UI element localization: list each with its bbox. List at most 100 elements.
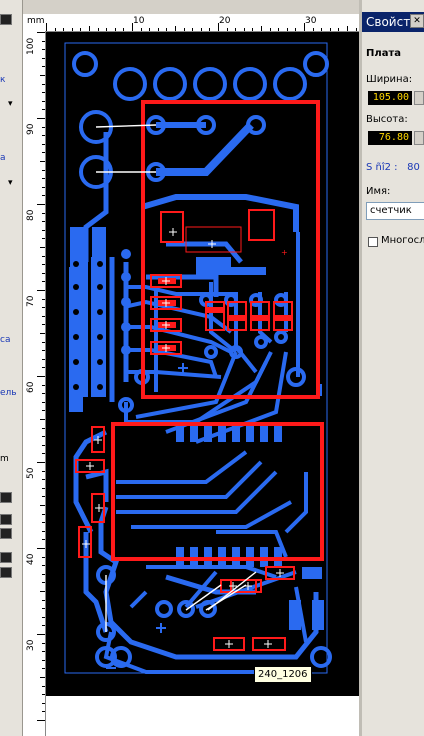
ruler-tick [175, 26, 176, 31]
ruler-tick [42, 453, 45, 455]
ruler-tick [42, 178, 45, 180]
ruler-label-70: 70 [26, 295, 36, 307]
ruler-tick [166, 28, 168, 31]
ruler-tick [42, 565, 45, 567]
horizontal-ruler: mm 10 20 30 [23, 14, 374, 32]
ruler-tick [218, 23, 219, 31]
chevron-down-icon[interactable]: ▾ [8, 178, 13, 188]
ruler-tick [209, 28, 211, 31]
ruler-tick [46, 23, 47, 31]
ruler-unit: mm [27, 16, 45, 26]
ruler-tick [40, 333, 45, 334]
ruler-tick [37, 720, 45, 721]
ruler-tick [42, 281, 45, 283]
ruler-tick [42, 573, 45, 575]
ruler-tick [269, 28, 271, 31]
ruler-tick [40, 247, 45, 248]
ruler-tick [286, 28, 288, 31]
ruler-tick [80, 28, 82, 31]
ruler-tick [42, 49, 45, 51]
chevron-down-icon[interactable]: ▾ [8, 99, 13, 109]
properties-panel: Свойст ✕ Плата Ширина: 105.00 Высота: 76… [362, 0, 424, 736]
left-panel-fragment-3: са [0, 335, 11, 345]
ruler-tick [42, 143, 45, 145]
ruler-tick [42, 651, 45, 653]
ruler-tick [42, 135, 45, 137]
ruler-label-40: 40 [26, 553, 36, 565]
ruler-label-10: 10 [133, 16, 145, 26]
ruler-tick [42, 229, 45, 231]
ruler-tick [37, 548, 45, 549]
ruler-tick [42, 186, 45, 188]
ruler-tick [42, 40, 45, 42]
ruler-tick [40, 505, 45, 506]
ruler-tick [42, 470, 45, 472]
ruler-tick [42, 487, 45, 489]
ruler-tick [42, 436, 45, 438]
ruler-tick [42, 126, 45, 128]
ruler-tick [42, 659, 45, 661]
ruler-tick [42, 66, 45, 68]
left-panel-button[interactable] [0, 492, 12, 503]
left-panel-button[interactable] [0, 528, 12, 539]
ruler-tick [149, 28, 151, 31]
close-icon[interactable]: ✕ [410, 14, 424, 28]
ruler-tick [42, 358, 45, 360]
left-panel-button[interactable] [0, 567, 12, 578]
left-panel-fragment-5: m [0, 454, 9, 464]
ruler-tick [37, 376, 45, 377]
ruler-label-60: 60 [26, 381, 36, 393]
ruler-tick [42, 152, 45, 154]
left-panel-button[interactable] [0, 14, 12, 25]
height-label: Высота: [366, 114, 408, 125]
ruler-tick [106, 28, 108, 31]
name-label: Имя: [366, 186, 391, 197]
ruler-tick [42, 410, 45, 412]
ruler-tick [40, 75, 45, 76]
ruler-tick [42, 401, 45, 403]
multilayer-checkbox[interactable] [368, 237, 378, 247]
ruler-tick [42, 711, 45, 713]
pcb-layout[interactable]: + [46, 32, 359, 696]
ruler-tick [42, 685, 45, 687]
left-panel-fragment-2: а [0, 153, 6, 163]
ruler-tick [114, 28, 116, 31]
ruler-tick [123, 28, 125, 31]
ruler-tick [54, 28, 56, 31]
height-spin-icon[interactable] [414, 131, 424, 145]
toolbar-strip [23, 0, 359, 14]
pcb-board[interactable]: + [46, 32, 359, 696]
vertical-ruler: 100 90 80 70 60 50 40 30 [23, 31, 46, 736]
ruler-tick [42, 384, 45, 386]
ruler-label-80: 80 [26, 209, 36, 221]
ruler-tick [42, 307, 45, 309]
ruler-tick [42, 100, 45, 102]
ruler-tick [40, 591, 45, 592]
width-field[interactable]: 105.00 [368, 91, 412, 105]
ruler-tick [42, 393, 45, 395]
ruler-tick [37, 462, 45, 463]
multilayer-label: Многосл [381, 235, 424, 246]
left-panel-button[interactable] [0, 552, 12, 563]
ruler-tick [42, 83, 45, 85]
ruler-tick [42, 195, 45, 197]
ruler-tick [200, 28, 202, 31]
ruler-tick [42, 513, 45, 515]
ruler-tick [252, 28, 254, 31]
ruler-tick [42, 350, 45, 352]
ruler-tick [42, 496, 45, 498]
ruler-tick [63, 28, 65, 31]
ruler-tick [42, 530, 45, 532]
ruler-tick [42, 57, 45, 59]
ruler-tick [37, 118, 45, 119]
ruler-tick [42, 608, 45, 610]
name-field[interactable]: счетчик [366, 202, 424, 220]
area-label: S ñî2 : [366, 162, 398, 173]
ruler-tick [37, 634, 45, 635]
ruler-tick [42, 221, 45, 223]
ruler-tick [192, 28, 194, 31]
height-field[interactable]: 76.80 [368, 131, 412, 145]
left-panel-button[interactable] [0, 514, 12, 525]
ruler-label-30: 30 [26, 639, 36, 651]
width-spin-icon[interactable] [414, 91, 424, 105]
